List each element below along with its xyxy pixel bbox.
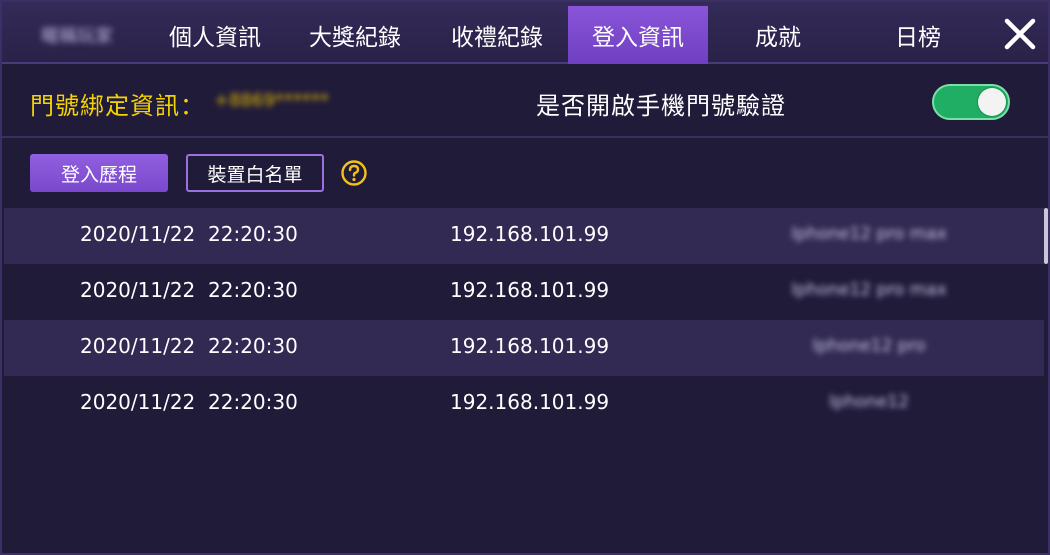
phone-binding-label: 門號綁定資訊： <box>30 92 205 120</box>
close-button[interactable] <box>996 10 1044 58</box>
login-history-table: 2020/11/22 22:20:30 192.168.101.99 Iphon… <box>4 208 1048 548</box>
tab-label: 個人資訊 <box>169 25 261 51</box>
login-ip: 192.168.101.99 <box>450 334 610 358</box>
tab-label: 暱稱玩家 <box>41 26 113 47</box>
tab-gift-records[interactable]: 收禮紀錄 <box>428 6 566 64</box>
login-ip: 192.168.101.99 <box>450 390 610 414</box>
login-ip: 192.168.101.99 <box>450 278 610 302</box>
table-row: 2020/11/22 22:20:30 192.168.101.99 Iphon… <box>4 320 1044 376</box>
close-icon <box>1004 18 1036 50</box>
table-row: 2020/11/22 22:20:30 192.168.101.99 Iphon… <box>4 208 1044 264</box>
login-history-tab[interactable]: 登入歷程 <box>30 154 168 192</box>
tab-label: 收禮紀錄 <box>451 25 543 51</box>
tab-achievements[interactable]: 成就 <box>710 6 846 64</box>
phone-binding-value: +8869****** <box>214 90 329 111</box>
tab-jackpot-records[interactable]: 大獎紀錄 <box>288 6 422 64</box>
login-datetime: 2020/11/22 22:20:30 <box>80 278 298 302</box>
device-whitelist-tab[interactable]: 裝置白名單 <box>186 154 324 192</box>
login-device: Iphone12 pro <box>812 336 926 356</box>
tab-label: 登入資訊 <box>592 25 684 51</box>
tab-label: 日榜 <box>895 25 941 51</box>
phone-verify-toggle[interactable] <box>932 84 1010 120</box>
toggle-knob <box>978 88 1006 116</box>
login-device: Iphone12 <box>829 392 909 412</box>
tab-login-info[interactable]: 登入資訊 <box>568 6 708 64</box>
help-button[interactable] <box>340 159 368 187</box>
tab-player-name[interactable]: 暱稱玩家 <box>16 6 138 64</box>
table-row: 2020/11/22 22:20:30 192.168.101.99 Iphon… <box>4 376 1044 432</box>
login-device: Iphone12 pro max <box>791 224 947 244</box>
tab-personal-info[interactable]: 個人資訊 <box>148 6 282 64</box>
table-scrollbar[interactable] <box>1044 208 1048 264</box>
question-icon <box>341 160 367 186</box>
tab-label: 大獎紀錄 <box>309 25 401 51</box>
login-device: Iphone12 pro max <box>791 280 947 300</box>
login-ip: 192.168.101.99 <box>450 222 610 246</box>
login-datetime: 2020/11/22 22:20:30 <box>80 390 298 414</box>
phone-binding-row: 門號綁定資訊： +8869****** 是否開啟手機門號驗證 <box>2 66 1048 138</box>
login-datetime: 2020/11/22 22:20:30 <box>80 222 298 246</box>
tab-label: 成就 <box>755 25 801 51</box>
login-datetime: 2020/11/22 22:20:30 <box>80 334 298 358</box>
tab-bar: 暱稱玩家 個人資訊 大獎紀錄 收禮紀錄 登入資訊 成就 日榜 <box>2 2 1048 64</box>
tab-daily-ranking[interactable]: 日榜 <box>850 6 986 64</box>
login-info-panel: 暱稱玩家 個人資訊 大獎紀錄 收禮紀錄 登入資訊 成就 日榜 門號綁定資訊： +… <box>0 0 1050 555</box>
phone-verify-label: 是否開啟手機門號驗證 <box>536 92 786 120</box>
table-row: 2020/11/22 22:20:30 192.168.101.99 Iphon… <box>4 264 1044 320</box>
